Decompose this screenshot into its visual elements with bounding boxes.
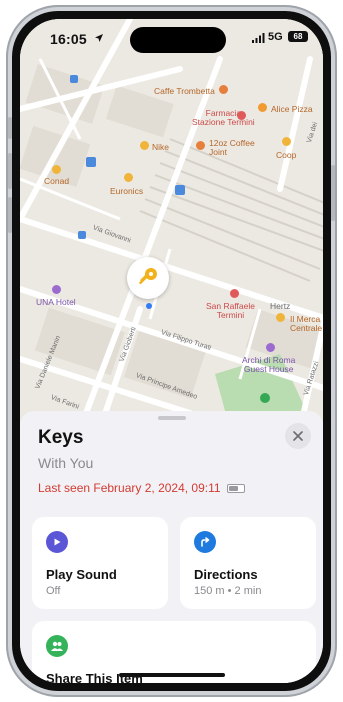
power-button xyxy=(331,165,335,221)
signal-icon xyxy=(252,33,265,43)
play-sound-label: Play Sound xyxy=(46,567,117,582)
poi-label: Caffe Trombetta xyxy=(154,86,215,96)
shop-icon xyxy=(140,141,149,150)
bezel: Caffe Trombetta Farmacia Stazione Termin… xyxy=(12,11,331,691)
poi-label: UNA Hotel xyxy=(36,297,76,307)
poi-hertz[interactable]: Hertz xyxy=(270,302,290,311)
item-subtitle: With You xyxy=(38,455,94,471)
poi-label: Archi di Roma Guest House xyxy=(242,355,296,374)
pharmacy-icon xyxy=(237,111,246,120)
play-sound-card[interactable]: Play Sound Off xyxy=(32,517,168,609)
phone-frame: Caffe Trombetta Farmacia Stazione Termin… xyxy=(6,5,337,697)
screen: Caffe Trombetta Farmacia Stazione Termin… xyxy=(20,19,323,683)
last-seen-text: Last seen February 2, 2024, 09:11 xyxy=(38,481,221,495)
close-button[interactable] xyxy=(285,423,311,449)
poi-conad[interactable]: Conad xyxy=(44,177,69,186)
home-indicator[interactable] xyxy=(118,673,225,677)
clock: 16:05 xyxy=(50,31,87,47)
poi-label: Euronics xyxy=(110,186,144,196)
poi-label: Hertz xyxy=(270,301,291,311)
shop-icon xyxy=(52,165,61,174)
play-icon xyxy=(46,531,68,553)
last-seen: Last seen February 2, 2024, 09:11 xyxy=(38,481,245,495)
poi-euronics[interactable]: Euronics xyxy=(110,187,143,196)
poi-caffe-trombetta[interactable]: Caffe Trombetta xyxy=(154,87,215,96)
bus-stop-icon xyxy=(86,157,96,167)
park-icon xyxy=(260,393,270,403)
poi-label: Il Merca Centrale xyxy=(290,314,323,333)
directions-card[interactable]: Directions 150 m • 2 min xyxy=(180,517,316,609)
pharmacy-icon xyxy=(230,289,239,298)
bus-stop-icon xyxy=(78,231,86,239)
network-type: 5G xyxy=(268,31,283,43)
shop-icon xyxy=(276,313,285,322)
train-icon xyxy=(175,185,185,195)
poi-label: Nike xyxy=(152,142,170,152)
cafe-icon xyxy=(196,141,205,150)
directions-value: 150 m • 2 min xyxy=(194,585,262,597)
poi-san-raffaele[interactable]: San Raffaele Termini xyxy=(206,302,255,320)
play-sound-value: Off xyxy=(46,585,61,597)
poi-label: Coop xyxy=(276,150,297,160)
pin-pointer xyxy=(146,303,152,309)
close-icon xyxy=(293,431,303,441)
battery-icon: 68 xyxy=(288,31,308,42)
item-detail-sheet: Keys With You Last seen February 2, 2024… xyxy=(20,411,323,683)
location-arrow-icon xyxy=(95,34,103,42)
poi-12oz[interactable]: 12oz Coffee Joint xyxy=(209,139,255,157)
poi-una-hotel[interactable]: UNA Hotel xyxy=(36,298,76,307)
sheet-grabber[interactable] xyxy=(157,416,186,420)
shop-icon xyxy=(124,173,133,182)
poi-label: San Raffaele Termini xyxy=(206,301,255,320)
poi-nike[interactable]: Nike xyxy=(152,143,169,152)
directions-label: Directions xyxy=(194,567,258,582)
hotel-icon xyxy=(52,285,61,294)
poi-alice-pizza[interactable]: Alice Pizza xyxy=(271,105,313,114)
restaurant-icon xyxy=(258,103,267,112)
poi-label: 12oz Coffee Joint xyxy=(209,138,255,157)
map-view[interactable]: Caffe Trombetta Farmacia Stazione Termin… xyxy=(20,19,323,429)
poi-coop[interactable]: Coop xyxy=(276,151,296,160)
directions-icon xyxy=(194,531,216,553)
poi-label: Conad xyxy=(44,176,70,186)
cafe-icon xyxy=(219,85,228,94)
battery-level-icon xyxy=(226,483,245,493)
poi-archi[interactable]: Archi di Roma Guest House xyxy=(242,356,295,374)
shop-icon xyxy=(282,137,291,146)
parking-icon xyxy=(70,75,78,83)
people-icon xyxy=(46,635,68,657)
item-pin[interactable] xyxy=(127,257,169,299)
poi-il-mercato[interactable]: Il Merca Centrale xyxy=(290,315,322,333)
key-icon xyxy=(138,268,157,285)
status-bar: 16:05 5G 68 xyxy=(20,19,323,59)
poi-farmacia[interactable]: Farmacia Stazione Termini xyxy=(192,109,255,127)
item-title: Keys xyxy=(38,427,84,448)
hotel-icon xyxy=(266,343,275,352)
dynamic-island xyxy=(130,27,226,53)
poi-label: Alice Pizza xyxy=(271,104,313,114)
